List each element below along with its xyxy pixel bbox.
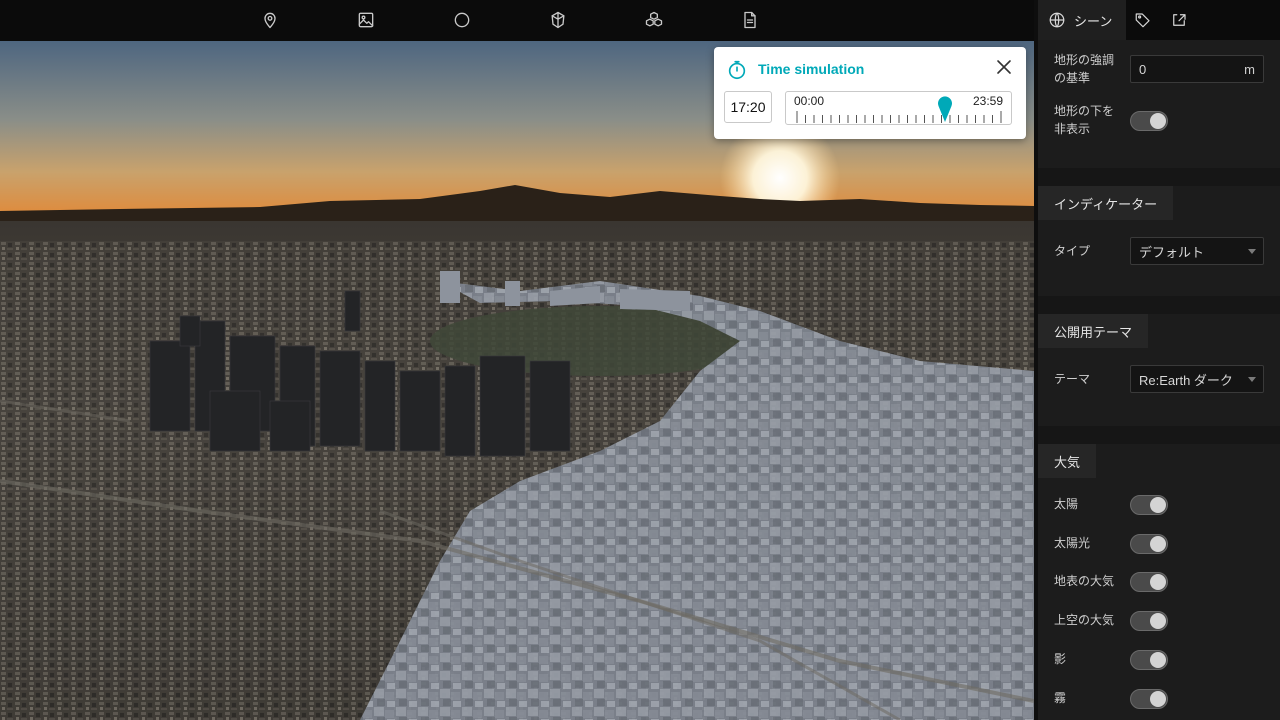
globe-icon [1049,12,1065,28]
pin-icon [264,12,276,29]
toggle-knob [1150,113,1166,129]
tab-tags[interactable] [1134,0,1158,40]
top-toolbar [0,0,1034,42]
stopwatch-icon [728,60,746,80]
sun-label: 太陽 [1054,497,1079,511]
chevron-down-icon [1248,377,1256,382]
indicator-type-select[interactable]: デフォルト [1130,237,1264,265]
terrain-exaggeration-input[interactable]: 0 m [1130,55,1264,83]
file-tool-button[interactable] [735,6,765,34]
toggle-knob [1150,536,1166,552]
export-icon [1173,14,1186,26]
hide-below-terrain-toggle[interactable] [1130,111,1168,131]
atmosphere-section: 大気 太陽 太陽光 地表の大気 上空の大気 影 霧 [1038,444,1280,720]
toggle-knob [1150,574,1166,590]
boxes-icon [645,11,663,27]
indicator-section-heading: インディケーター [1038,186,1174,220]
theme-select[interactable]: Re:Earth ダーク [1130,365,1264,393]
map-viewport[interactable] [0,41,1034,720]
shadow-label: 影 [1054,652,1067,666]
chevron-down-icon [1248,249,1256,254]
theme-section: 公開用テーマ テーマ Re:Earth ダーク [1038,314,1280,426]
terrain-exaggeration-value: 0 [1139,61,1147,77]
sky-atmosphere-label: 上空の大気 [1054,613,1115,627]
boxes-tool-button[interactable] [639,6,669,34]
tab-scene[interactable]: シーン [1038,0,1126,40]
shadow-toggle[interactable] [1130,650,1168,670]
ground-atmosphere-toggle[interactable] [1130,572,1168,592]
image-tool-button[interactable] [351,6,381,34]
ground-atmosphere-label: 地表の大気 [1054,574,1115,588]
hide-below-terrain-label-line2: 非表示 [1054,122,1091,136]
scene-settings-panel: シーン 地形の強調 の基準 0 m 地形の下を 非表示 インディケーター タイプ… [1034,0,1280,720]
sunlight-label: 太陽光 [1054,536,1091,550]
circle-icon [454,12,470,28]
time-range-start: 00:00 [794,94,825,108]
fog-label: 霧 [1054,691,1067,705]
fog-toggle[interactable] [1130,689,1168,709]
terrain-exaggeration-label-line2: の基準 [1054,71,1091,85]
time-simulation-widget: Time simulation 17:20 00:00 23:59 [714,47,1026,139]
terrain-exaggeration-label-line1: 地形の強調 [1054,53,1115,67]
current-time-display[interactable]: 17:20 [724,91,772,123]
polygon-icon [551,11,565,29]
tab-publish[interactable] [1170,0,1194,40]
panel-tab-bar: シーン [1038,0,1280,40]
theme-label: テーマ [1054,372,1091,386]
hide-below-terrain-label-line1: 地形の下を [1054,104,1115,118]
terrain-exaggeration-label: 地形の強調 の基準 [1054,51,1114,87]
theme-value: Re:Earth ダーク [1139,372,1233,388]
tag-icon [1135,13,1150,28]
time-simulation-title: Time simulation [758,61,865,77]
time-slider-thumb[interactable] [937,96,953,122]
image-icon [358,12,374,28]
file-icon [744,11,756,29]
time-slider[interactable]: 00:00 23:59 [785,91,1012,125]
circle-tool-button[interactable] [447,6,477,34]
time-slider-ticks [796,111,1002,123]
indicator-type-label: タイプ [1054,244,1091,258]
hide-below-terrain-label: 地形の下を 非表示 [1054,102,1114,138]
terrain-exaggeration-unit: m [1244,61,1255,77]
close-icon[interactable] [994,57,1014,77]
toggle-knob [1150,497,1166,513]
sunlight-toggle[interactable] [1130,534,1168,554]
terrain-section: 地形の強調 の基準 0 m 地形の下を 非表示 [1038,40,1280,168]
polygon-tool-button[interactable] [543,6,573,34]
theme-section-heading: 公開用テーマ [1038,314,1149,348]
pin-tool-button[interactable] [255,6,285,34]
tab-scene-label: シーン [1074,14,1113,30]
sun-toggle[interactable] [1130,495,1168,515]
city-scene [0,41,1034,720]
toggle-knob [1150,691,1166,707]
toggle-knob [1150,613,1166,629]
time-range-end: 23:59 [972,94,1003,108]
indicator-type-value: デフォルト [1139,244,1205,260]
sky-atmosphere-toggle[interactable] [1130,611,1168,631]
toggle-knob [1150,652,1166,668]
atmosphere-section-heading: 大気 [1038,444,1097,478]
indicator-section: インディケーター タイプ デフォルト [1038,186,1280,296]
